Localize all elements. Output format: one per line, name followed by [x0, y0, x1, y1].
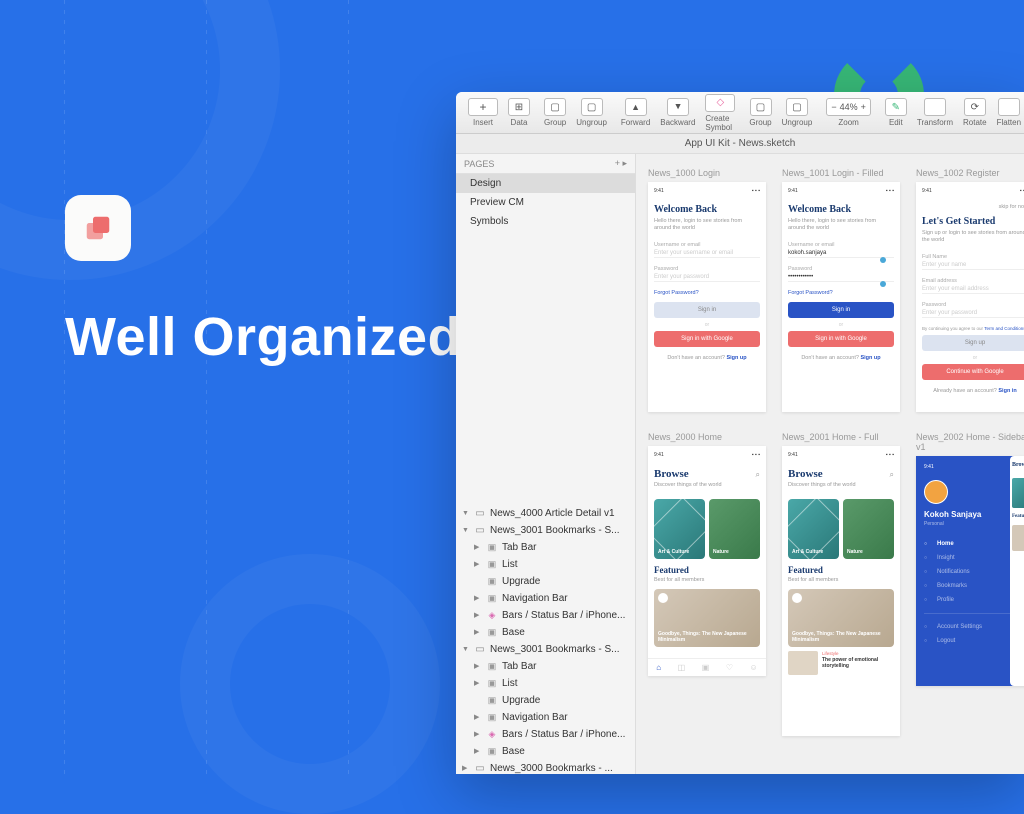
artboard-label[interactable]: News_2002 Home - Sidebar v1 [916, 432, 1024, 452]
ungroup-button[interactable]: Ungroup [572, 96, 611, 129]
layer-item[interactable]: ▶List [456, 556, 635, 573]
artboard-label[interactable]: News_1002 Register [916, 168, 1024, 178]
ungroup-button-2[interactable]: Ungroup [778, 96, 817, 129]
layers-icon [83, 213, 113, 243]
pages-header: PAGES + ▸ [456, 154, 635, 174]
layer-item[interactable]: ▶Base [456, 743, 635, 760]
canvas[interactable]: News_1000 Login 9:41▪ ▪ ▪ Welcome Back H… [636, 154, 1024, 774]
artboard-home-full[interactable]: 9:41▪ ▪ ▪ Browse⌕ Discover things of the… [782, 446, 900, 736]
layer-item[interactable]: ▼News_3001 Bookmarks - S... [456, 641, 635, 658]
sidebar: PAGES + ▸ DesignPreview CMSymbols ▼News_… [456, 154, 636, 774]
layer-item[interactable]: ▶Base [456, 624, 635, 641]
rotate-button[interactable]: Rotate [959, 96, 991, 129]
sidebar-menu-item[interactable]: Insight [924, 551, 1024, 565]
sidebar-menu-item[interactable]: Logout [924, 634, 1024, 648]
layer-item[interactable]: ▶List [456, 675, 635, 692]
artboard-label[interactable]: News_1000 Login [648, 168, 766, 178]
edit-button[interactable]: Edit [881, 96, 911, 129]
forward-button[interactable]: Forward [617, 96, 654, 129]
product-logo [65, 195, 131, 261]
layer-item[interactable]: Upgrade [456, 692, 635, 709]
sidebar-menu-item[interactable]: Home [924, 537, 1024, 551]
layer-item[interactable]: ▼News_3001 Bookmarks - S... [456, 522, 635, 539]
sidebar-menu-item[interactable]: Account Settings [924, 620, 1024, 634]
page-item[interactable]: Symbols [456, 212, 635, 231]
layer-item[interactable]: ▶Bars / Status Bar / iPhone... [456, 726, 635, 743]
layer-item[interactable]: ▶Tab Bar [456, 658, 635, 675]
flatten-button[interactable]: Flatten [993, 96, 1024, 129]
toolbar: Insert Data Group Ungroup Forward Backwa… [456, 92, 1024, 134]
group-button[interactable]: Group [540, 96, 570, 129]
layer-item[interactable]: Upgrade [456, 573, 635, 590]
add-page-icon[interactable]: + ▸ [615, 158, 627, 169]
layer-item[interactable]: ▶Navigation Bar [456, 590, 635, 607]
layer-item[interactable]: ▶Bars / Status Bar / iPhone... [456, 607, 635, 624]
sketch-window: Insert Data Group Ungroup Forward Backwa… [456, 92, 1024, 774]
insert-button[interactable]: Insert [464, 96, 502, 129]
layer-item[interactable]: ▶Navigation Bar [456, 709, 635, 726]
layers-panel: ▼News_4000 Article Detail v1▼News_3001 B… [456, 501, 635, 775]
group-button-2[interactable]: Group [745, 96, 775, 129]
artboard-label[interactable]: News_2000 Home [648, 432, 766, 442]
create-symbol-button[interactable]: Create Symbol [701, 92, 739, 134]
layer-item[interactable]: ▼News_4000 Article Detail v1 [456, 505, 635, 522]
page-item[interactable]: Design [456, 174, 635, 193]
sidebar-menu-item[interactable]: Profile [924, 593, 1024, 607]
decoration-circle [0, 0, 280, 280]
artboard-register[interactable]: 9:41▪ ▪ ▪ skip for now Let's Get Started… [916, 182, 1024, 412]
data-button[interactable]: Data [504, 96, 534, 129]
transform-button[interactable]: Transform [913, 96, 957, 129]
sidebar-menu-item[interactable]: Notifications [924, 565, 1024, 579]
sidebar-menu-item[interactable]: Bookmarks [924, 579, 1024, 593]
page-item[interactable]: Preview CM [456, 193, 635, 212]
zoom-control[interactable]: −44%+ Zoom [822, 96, 875, 129]
decoration-circle [180, 554, 440, 814]
backward-button[interactable]: Backward [656, 96, 699, 129]
layer-item[interactable]: ▶News_3000 Bookmarks - ... [456, 760, 635, 775]
artboard-login-filled[interactable]: 9:41▪ ▪ ▪ Welcome Back Hello there, logi… [782, 182, 900, 412]
artboard-sidebar[interactable]: 9:41▪ ▪ ▪ Kokoh Sanjaya Personal HomeIns… [916, 456, 1024, 686]
artboard-label[interactable]: News_2001 Home - Full [782, 432, 900, 442]
artboard-label[interactable]: News_1001 Login - Filled [782, 168, 900, 178]
layer-item[interactable]: ▶Tab Bar [456, 539, 635, 556]
window-title: App UI Kit - News.sketch [456, 134, 1024, 154]
artboard-login[interactable]: 9:41▪ ▪ ▪ Welcome Back Hello there, logi… [648, 182, 766, 412]
artboard-home[interactable]: 9:41▪ ▪ ▪ Browse⌕ Discover things of the… [648, 446, 766, 676]
